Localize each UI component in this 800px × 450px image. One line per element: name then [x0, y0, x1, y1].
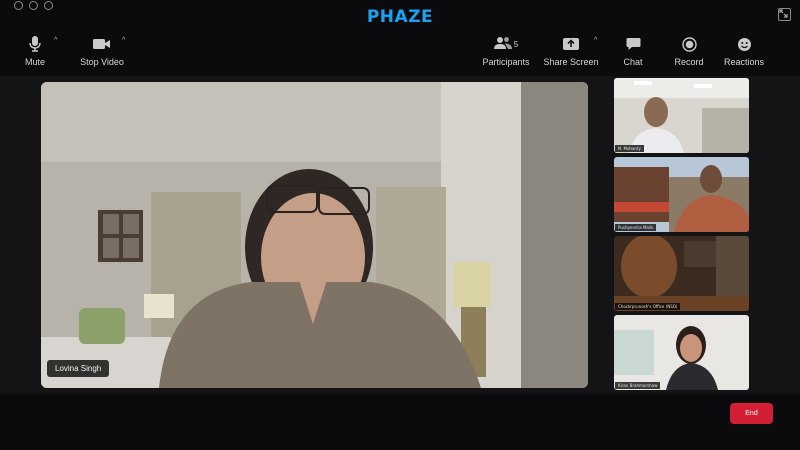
- chat-label: Chat: [623, 57, 643, 67]
- participant-name: N. Mohanty: [615, 145, 644, 152]
- meeting-toolbar: Mute ^ Stop Video ^ 5 Participants Share…: [0, 33, 800, 69]
- record-button[interactable]: Record: [672, 33, 706, 67]
- participant-video: [614, 157, 749, 232]
- record-label: Record: [674, 57, 704, 67]
- participants-icon: [493, 36, 512, 52]
- participant-tile[interactable]: Chockrprunosh's Office (NSO): [614, 236, 749, 311]
- video-stage: Lovina Singh N. Mohanty Pushpendra Malik…: [0, 76, 800, 394]
- video-options-caret[interactable]: ^: [122, 37, 125, 44]
- chat-bubble-icon: [620, 33, 646, 55]
- participant-tile[interactable]: Pushpendra Malik: [614, 157, 749, 232]
- participant-tile[interactable]: Kiran Brahmarshaw: [614, 315, 749, 390]
- speaker-video-frame: [41, 82, 588, 388]
- reactions-label: Reactions: [723, 57, 765, 67]
- share-options-caret[interactable]: ^: [594, 37, 597, 44]
- stop-video-button[interactable]: Stop Video: [78, 33, 126, 67]
- end-meeting-button[interactable]: End: [730, 403, 773, 424]
- participants-count: 5: [513, 39, 519, 49]
- app-logo: PHAZE: [366, 7, 434, 27]
- participants-button[interactable]: 5 Participants: [479, 33, 533, 67]
- smiley-face-icon: [722, 33, 766, 55]
- participant-name: Pushpendra Malik: [615, 224, 657, 231]
- main-speaker-video[interactable]: Lovina Singh: [41, 82, 588, 388]
- speaker-name-tag: Lovina Singh: [47, 360, 110, 377]
- participant-video: [614, 315, 749, 390]
- mute-label: Mute: [24, 57, 45, 67]
- bottom-control-bar: End: [0, 394, 800, 450]
- participant-name: Chockrprunosh's Office (NSO): [615, 303, 681, 310]
- mute-button[interactable]: Mute: [20, 33, 50, 67]
- chat-button[interactable]: Chat: [620, 33, 646, 67]
- microphone-icon: [20, 33, 50, 55]
- participant-video: [614, 78, 749, 153]
- participants-label: Participants: [482, 57, 530, 67]
- participant-tile[interactable]: N. Mohanty: [614, 78, 749, 153]
- share-screen-icon: [543, 33, 599, 55]
- participant-name: Kiran Brahmarshaw: [615, 382, 661, 389]
- share-screen-label: Share Screen: [543, 57, 599, 67]
- reactions-button[interactable]: Reactions: [722, 33, 766, 67]
- participant-video: [614, 236, 749, 311]
- stop-video-label: Stop Video: [80, 57, 124, 67]
- fullscreen-icon[interactable]: [778, 8, 791, 21]
- video-camera-icon: [78, 33, 126, 55]
- mute-options-caret[interactable]: ^: [54, 37, 57, 44]
- record-icon: [672, 33, 706, 55]
- share-screen-button[interactable]: Share Screen: [543, 33, 599, 67]
- participant-gallery: N. Mohanty Pushpendra Malik Chockrprunos…: [614, 78, 750, 394]
